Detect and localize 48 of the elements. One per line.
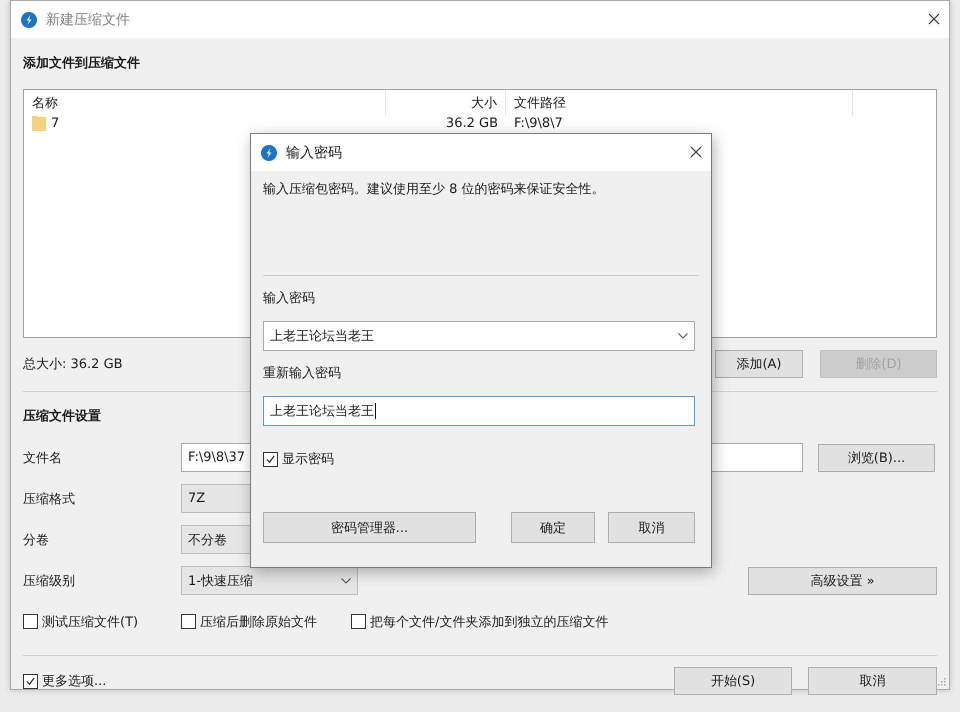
app-logo-icon xyxy=(261,144,277,160)
file-name[interactable]: 7 xyxy=(51,116,60,130)
checkbox-label: 显示密码 xyxy=(282,451,334,468)
folder-icon xyxy=(32,115,46,131)
column-header[interactable]: 文件路径 xyxy=(506,90,853,116)
checkbox[interactable] xyxy=(181,614,196,629)
checkbox[interactable] xyxy=(263,452,278,466)
setting-label: 压缩格式 xyxy=(23,490,76,508)
setting-label: 文件名 xyxy=(23,450,63,466)
field-label: 重新输入密码 xyxy=(263,365,342,383)
file-path: F:\9\8\7 xyxy=(513,114,564,132)
total-size: 总大小: 36.2 GB xyxy=(23,356,123,372)
section-title: 添加文件到压缩文件 xyxy=(23,54,140,73)
caret-icon xyxy=(678,333,688,339)
checkmark-icon xyxy=(25,676,36,686)
checkbox-label: 把每个文件/文件夹添加到独立的压缩文件 xyxy=(370,614,608,630)
checkbox[interactable] xyxy=(23,614,38,629)
caret-icon xyxy=(341,578,351,584)
password-manager-button[interactable]: 密码管理器... xyxy=(263,512,476,543)
dropdown[interactable]: 1-快速压缩 xyxy=(181,566,358,595)
password-field[interactable]: 上老王论坛当老王 xyxy=(263,396,695,426)
browse-button[interactable]: 浏览(B)... xyxy=(818,444,935,472)
setting-label: 分卷 xyxy=(23,532,50,548)
start-button[interactable]: 开始(S) xyxy=(674,667,792,695)
instruction-text: 输入压缩包密码。建议使用至少 8 位的密码来保证安全性。 xyxy=(263,181,606,199)
checkbox-label: 测试压缩文件(T) xyxy=(42,614,138,630)
section-title: 压缩文件设置 xyxy=(23,408,101,426)
ok-button[interactable]: 确定 xyxy=(511,512,595,543)
close-icon[interactable] xyxy=(928,13,940,25)
password-field[interactable]: 上老王论坛当老王 xyxy=(263,321,695,351)
advanced-settings-button[interactable]: 高级设置 » xyxy=(748,566,937,594)
field-label: 输入密码 xyxy=(263,290,316,308)
checkbox-label: 更多选项... xyxy=(42,673,106,690)
checkbox-label: 压缩后删除原始文件 xyxy=(200,614,317,630)
column-header[interactable]: 大小 xyxy=(386,90,506,116)
checkbox[interactable] xyxy=(23,674,38,688)
checkmark-icon xyxy=(265,454,276,464)
setting-label: 压缩级别 xyxy=(23,572,76,590)
close-icon[interactable] xyxy=(690,146,702,158)
list-button[interactable]: 添加(A) xyxy=(715,350,803,378)
window-title: 新建压缩文件 xyxy=(46,10,130,28)
checkbox[interactable] xyxy=(351,614,366,629)
cancel-button[interactable]: 取消 xyxy=(608,512,695,543)
app-logo-icon xyxy=(21,12,37,28)
dialog-title: 输入密码 xyxy=(286,144,342,162)
resize-grip-icon[interactable] xyxy=(938,678,946,686)
file-size: 36.2 GB xyxy=(444,114,499,132)
cancel-button[interactable]: 取消 xyxy=(808,667,937,695)
